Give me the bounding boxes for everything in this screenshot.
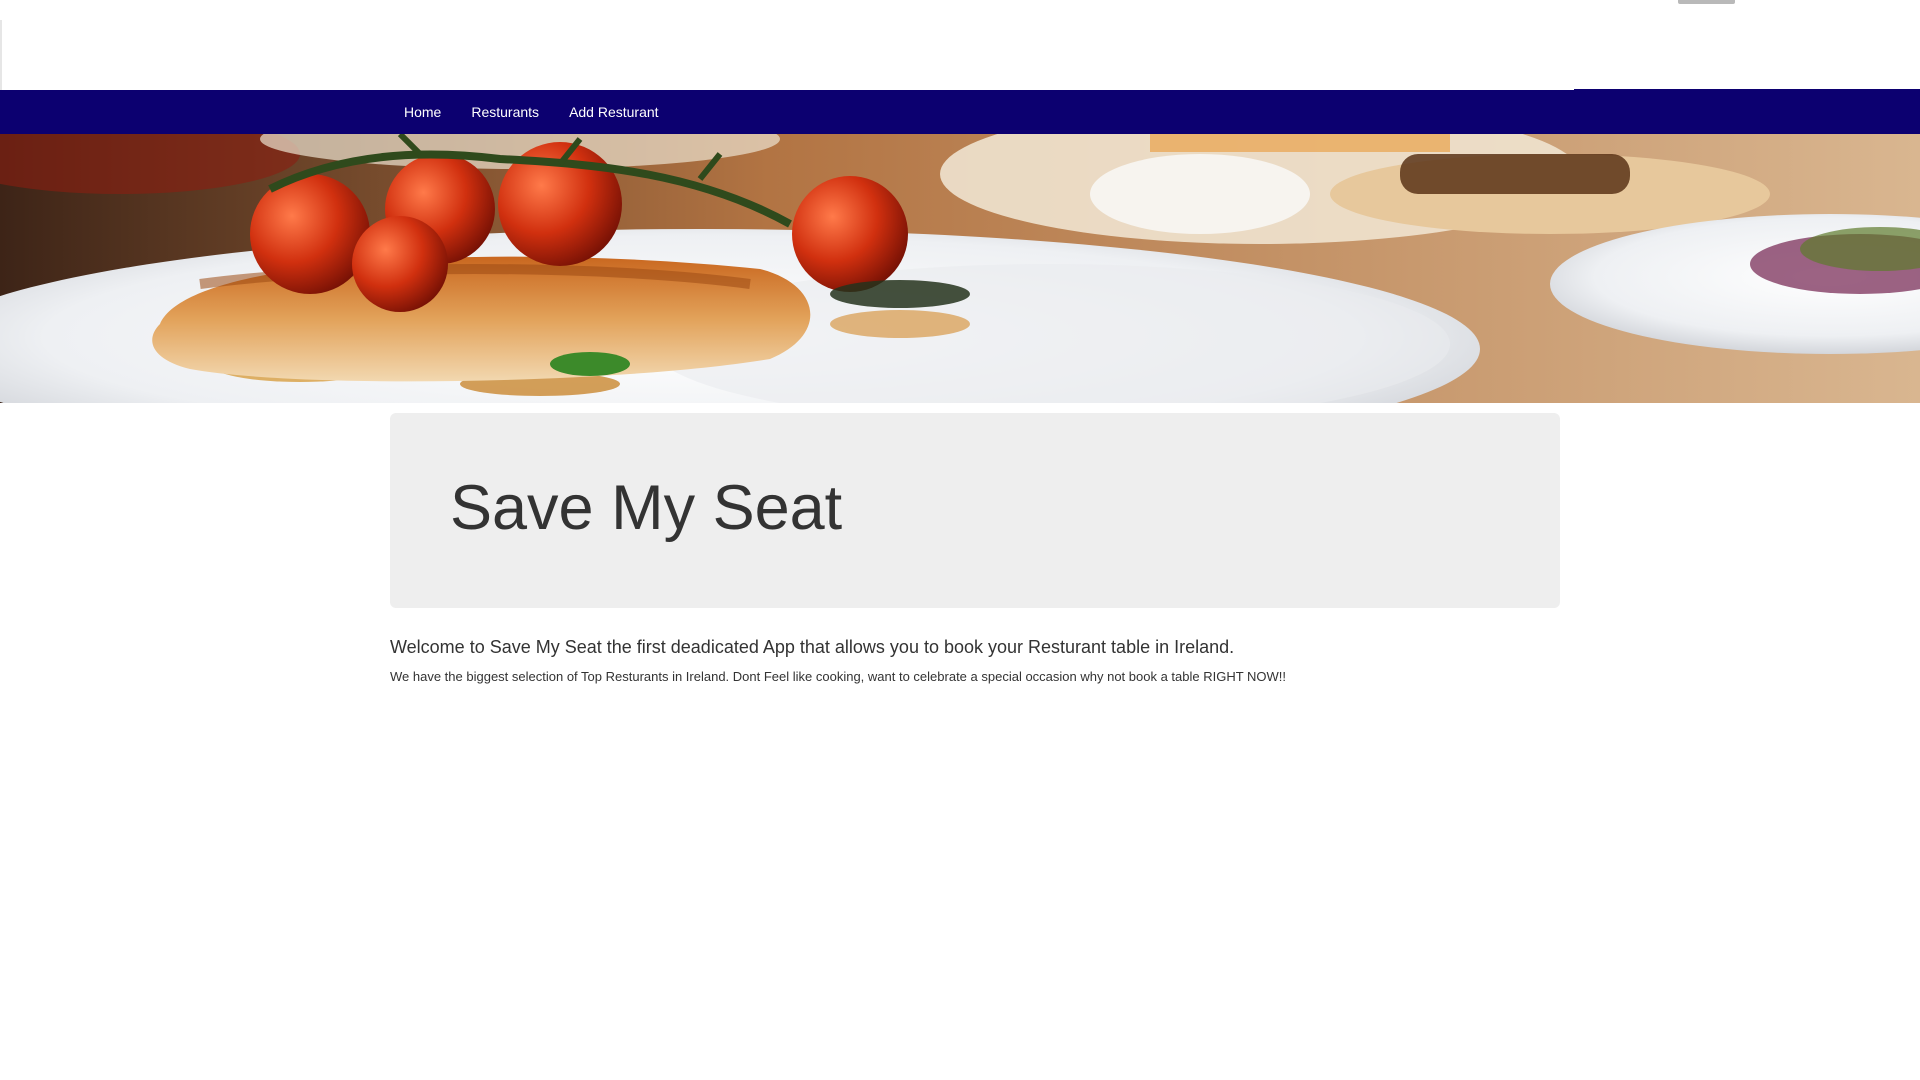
- welcome-sub-text: We have the biggest selection of Top Res…: [390, 669, 1287, 684]
- header-edge-divider: [0, 20, 2, 90]
- navbar-notch: [1574, 89, 1920, 91]
- jumbotron: Save My Seat: [390, 413, 1560, 608]
- top-right-widget[interactable]: [1678, 0, 1735, 4]
- header-strip: [0, 0, 1920, 90]
- nav-links: Home Resturants Add Resturant: [389, 90, 674, 134]
- nav-link-home[interactable]: Home: [389, 90, 456, 134]
- page-title: Save My Seat: [450, 473, 843, 543]
- nav-link-resturants[interactable]: Resturants: [456, 90, 554, 134]
- welcome-lead-text: Welcome to Save My Seat the first deadic…: [390, 637, 1235, 657]
- top-navbar: Home Resturants Add Resturant: [0, 89, 1920, 134]
- hero-banner-image: [0, 134, 1920, 403]
- nav-link-add-resturant[interactable]: Add Resturant: [554, 90, 674, 134]
- food-photo-illustration: [0, 134, 1920, 403]
